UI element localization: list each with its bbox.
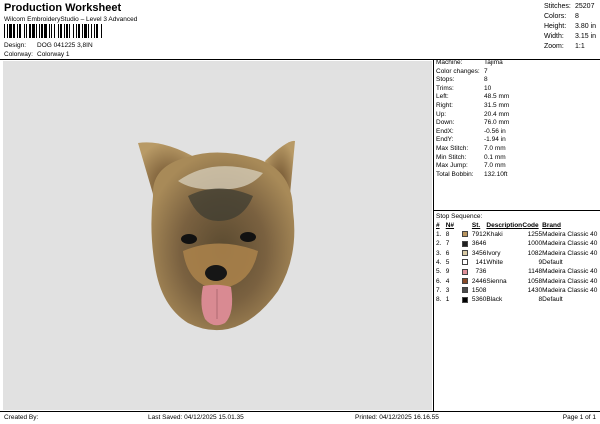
color-swatch — [462, 231, 469, 238]
spec-total-bobbin: Total Bobbin: 132.10ft — [436, 170, 508, 178]
spec-machine: Machine: Tajima — [436, 59, 503, 66]
table-row: 1. 8 7912 Khaki 1255 Madeira Classic 40 — [436, 231, 598, 239]
table-row: 6. 4 2446 Sienna 1058 Madeira Classic 40 — [436, 277, 598, 285]
stop-table-header: # N# St. Description Code Brand — [436, 221, 600, 230]
design-info: Design: DOG 041225 3,8IN — [4, 42, 93, 49]
design-value: DOG 041225 3,8IN — [37, 42, 93, 49]
color-swatch — [462, 277, 469, 284]
spec-stops: Stops: 8 — [436, 76, 488, 84]
table-row: 2. 7 3646 1000 Madeira Classic 40 — [436, 240, 598, 248]
spec-up: Up: 20.4 mm — [436, 110, 510, 118]
stop-sequence: Stop Sequence: # N# St. Description Code… — [436, 212, 600, 304]
col-header-description: Description — [486, 222, 523, 229]
table-row: 8. 1 5360 Black 8 Default — [436, 296, 563, 304]
design-label: Design: — [4, 42, 27, 49]
worksheet-footer: Created By: Last Saved: 04/12/2025 15.01… — [0, 412, 600, 424]
summary-zoom: Zoom: 1:1 — [544, 43, 585, 50]
summary-stitches: Stitches: 25207 — [544, 3, 595, 10]
color-swatch — [462, 250, 469, 257]
design-preview[interactable] — [3, 61, 432, 410]
color-swatch — [462, 259, 469, 266]
page-number: Page 1 of 1 — [562, 414, 596, 421]
design-summary: Stitches: 25207 Colors: 8 Height: 3.80 in W… — [544, 2, 600, 52]
worksheet-header: Production Worksheet Wilcom EmbroiderySt… — [0, 0, 600, 60]
printed-date: Printed: 04/12/2025 16.16.55 — [355, 414, 439, 421]
spec-left: Left: 48.5 mm — [436, 93, 510, 101]
color-swatch — [462, 287, 469, 294]
color-swatch — [462, 268, 469, 275]
spec-right: Right: 31.5 mm — [436, 101, 510, 109]
spec-max-jump: Max Jump: 7.0 mm — [436, 162, 506, 170]
spec-min-stitch: Min Stitch: 0.1 mm — [436, 153, 506, 161]
spec-color-changes: Color changes: 7 — [436, 67, 488, 75]
spec-endx: EndX: -0.56 in — [436, 127, 506, 135]
colorway-label: Colorway: — [4, 51, 33, 58]
stop-sequence-table: # N# St. Description Code Brand 1. 8 7912 K… — [436, 221, 600, 304]
spec-trims: Trims: 10 — [436, 84, 492, 92]
summary-width: Width: 3.15 in — [544, 33, 597, 40]
table-row: 4. 5 141 White 9 Default — [436, 259, 563, 267]
software-subtitle: Wilcom EmbroideryStudio – Level 3 Advanc… — [4, 16, 138, 23]
colorway-info: Colorway: Colorway 1 — [4, 51, 70, 58]
col-header-code: Code — [522, 222, 539, 229]
col-header-num: # — [436, 222, 440, 229]
color-swatch — [462, 240, 469, 247]
table-row: 5. 9 736 1148 Madeira Classic 40 — [436, 268, 598, 276]
spec-down: Down: 76.0 mm — [436, 119, 510, 127]
summary-height: Height: 3.80 in — [544, 23, 597, 30]
col-header-stitches: St. — [471, 222, 481, 229]
col-header-brand: Brand — [542, 222, 561, 229]
table-row: 3. 6 3456 Ivory 1082 Madeira Classic 40 — [436, 249, 598, 257]
barcode — [4, 24, 102, 38]
colorway-value: Colorway 1 — [37, 51, 70, 58]
col-header-swatch — [462, 221, 472, 230]
summary-colors: Colors: 8 — [544, 13, 579, 20]
specs-divider — [434, 210, 600, 211]
last-saved: Last Saved: 04/12/2025 15.01.35 — [148, 414, 244, 421]
machine-specs: Machine: Tajima Color changes: 7 Stops: 8 T… — [436, 59, 596, 179]
created-by: Created By: — [4, 414, 39, 421]
panel-divider — [433, 59, 434, 411]
dog-embroidery-image — [138, 140, 295, 331]
col-header-needle: N# — [445, 222, 455, 229]
spec-endy: EndY: -1.94 in — [436, 136, 506, 144]
stop-sequence-title: Stop Sequence: — [436, 213, 483, 220]
color-swatch — [462, 296, 469, 303]
spec-max-stitch: Max Stitch: 7.0 mm — [436, 144, 506, 152]
table-row: 7. 3 1508 1430 Madeira Classic 40 — [436, 286, 598, 294]
worksheet-title: Production Worksheet — [4, 2, 122, 14]
